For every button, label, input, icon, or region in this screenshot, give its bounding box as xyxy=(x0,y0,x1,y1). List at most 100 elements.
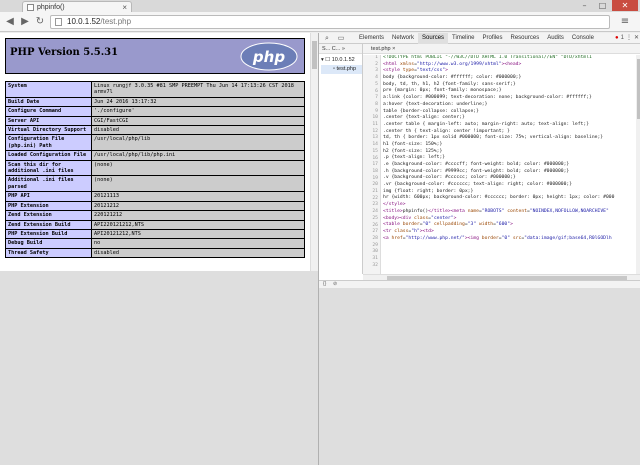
page-scrollbar-thumb[interactable] xyxy=(312,41,317,69)
info-key: Thread Safety xyxy=(5,247,92,259)
info-row: Configure Command './configure' xyxy=(5,106,305,117)
code-line[interactable] xyxy=(383,262,635,269)
code-line[interactable]: <tr class="h"><td> xyxy=(383,229,635,236)
code-token: a:link {color: #000099; text-decoration:… xyxy=(383,95,592,101)
devtools-close-icon[interactable]: ✕ xyxy=(634,33,639,44)
info-row: Build Date Jun 24 2016 13:17:32 xyxy=(5,96,305,108)
code-line[interactable]: </style> xyxy=(383,202,635,209)
minimize-icon[interactable]: – xyxy=(576,0,593,11)
code-line[interactable]: .e {background-color: #ccccff; font-weig… xyxy=(383,162,635,169)
code-line[interactable]: .vr {background-color: #cccccc; text-ali… xyxy=(383,182,635,189)
devtools-tab-sources[interactable]: Sources xyxy=(418,33,449,44)
error-icon[interactable]: ● xyxy=(615,33,619,44)
editor-tab-close-icon[interactable]: × xyxy=(392,46,395,52)
code-line[interactable]: .center {text-align: center;} xyxy=(383,115,635,122)
navigator-tabs[interactable]: S... C... » xyxy=(319,44,362,54)
info-key: Server API xyxy=(5,115,92,127)
menu-icon[interactable]: ≡ xyxy=(618,15,632,29)
code-token: "text/css" xyxy=(416,68,446,74)
line-number: 8 xyxy=(375,101,378,107)
code-token: "http://www.w3.org/1999/xhtml" xyxy=(416,61,502,67)
device-mode-icon[interactable]: ▭ xyxy=(336,34,346,43)
maximize-icon[interactable]: □ xyxy=(594,0,611,11)
code-view[interactable]: 1 2 3 4 5 6 7 8 9 10 11 12 13 14 15 16 17 18 19 20 21 22 23 24 2… xyxy=(363,55,640,274)
code-line[interactable] xyxy=(383,249,635,256)
info-key: Loaded Configuration File xyxy=(5,150,92,161)
code-line[interactable]: <title>phpinfo()</title><meta name="ROBO… xyxy=(383,209,635,216)
info-value: 20121113 xyxy=(91,191,305,202)
code-token: .center {text-align: center;} xyxy=(383,115,465,121)
page-info-icon[interactable] xyxy=(55,18,62,26)
devtools-tab-profiles[interactable]: Profiles xyxy=(479,33,507,44)
devtools-tab-elements[interactable]: Elements xyxy=(355,33,388,44)
code-line[interactable]: a:hover {text-decoration: underline;} xyxy=(383,102,635,109)
close-window-icon[interactable]: ✕ xyxy=(612,0,638,11)
code-token: "ROBOTS" xyxy=(481,208,505,214)
back-icon[interactable]: ◀ xyxy=(3,15,17,29)
code-token: <table xyxy=(383,222,403,228)
code-token: phpinfo() xyxy=(402,208,429,214)
code-line[interactable]: <a href="http://www.php.net/"><img borde… xyxy=(383,236,635,243)
info-row: System Linux rungjf 3.0.35 #81 SMP PREEMP… xyxy=(5,81,305,98)
line-number: 32 xyxy=(372,262,378,268)
pretty-print-icon[interactable]: {} xyxy=(323,281,326,288)
devtools-tab-network[interactable]: Network xyxy=(388,33,418,44)
browser-window: phpinfo() × – □ ✕ ◀ ▶ ↻ 10.0.1.52/test.p… xyxy=(0,0,640,465)
code-line[interactable]: body {background-color: #ffffff; color: … xyxy=(383,75,635,82)
code-token: .center table { margin-left: auto; margi… xyxy=(383,121,590,127)
info-row: PHP Extension 20121212 xyxy=(5,200,305,212)
page-scrollbar[interactable] xyxy=(310,33,318,271)
code-line[interactable] xyxy=(383,242,635,249)
code-token: "center" xyxy=(431,215,454,221)
sources-navigator: S... C... » ▾ ☐ 10.0.1.52 ▫ test.php xyxy=(319,44,363,274)
info-value: /usr/local/php/lib/php.ini xyxy=(91,150,305,161)
error-count[interactable]: 1 xyxy=(621,33,624,44)
devtools-tab-audits[interactable]: Audits xyxy=(543,33,568,44)
code-line[interactable]: h1 {font-size: 150%;} xyxy=(383,142,635,149)
line-number: 18 xyxy=(372,168,378,174)
code-line[interactable] xyxy=(383,256,635,263)
info-value: 20121212 xyxy=(91,200,305,212)
code-line[interactable]: hr {width: 600px; background-color: #ccc… xyxy=(383,195,635,202)
code-token: "NOINDEX,NOFOLLOW,NOARCHIVE" xyxy=(529,208,609,214)
tree-item-file[interactable]: ▫ test.php xyxy=(321,65,362,74)
tree-file-label: test.php xyxy=(336,66,357,72)
code-token: content xyxy=(504,208,527,214)
info-key: PHP API xyxy=(5,191,92,202)
line-number: 25 xyxy=(372,215,378,221)
title-bar: phpinfo() × – □ ✕ xyxy=(0,0,640,13)
code-line[interactable]: td, th { border: 1px solid #000000; font… xyxy=(383,135,635,142)
info-key: Zend Extension xyxy=(5,210,92,221)
pause-exceptions-icon[interactable]: ⊘ xyxy=(333,281,337,288)
devtools-toolbar: ⌕ ▭ Elements Network Sources Timeline Profil… xyxy=(319,33,640,44)
address-bar[interactable]: 10.0.1.52/test.php xyxy=(50,15,610,29)
editor-tab[interactable]: test.php × xyxy=(363,44,640,54)
info-key: Debug Build xyxy=(5,238,92,249)
inspect-icon[interactable]: ⌕ xyxy=(322,34,332,43)
code-token: src xyxy=(510,235,522,241)
code-line[interactable]: .p {text-align: left;} xyxy=(383,155,635,162)
forward-icon[interactable]: ▶ xyxy=(18,15,32,29)
line-number: 11 xyxy=(372,122,378,128)
code-token: <style xyxy=(383,68,403,74)
code-text[interactable]: <!DOCTYPE html PUBLIC "-//W3C//DTD XHTML… xyxy=(383,55,635,269)
code-token: width xyxy=(476,222,494,228)
code-line[interactable]: <!DOCTYPE html PUBLIC "-//W3C//DTD XHTML… xyxy=(383,55,635,62)
more-icon[interactable]: ⋮ xyxy=(626,33,632,44)
info-value: (none) xyxy=(91,175,305,193)
editor-tab-label: test.php xyxy=(371,46,391,52)
php-info-table: System Linux rungjf 3.0.35 #81 SMP PREEMP… xyxy=(5,81,305,259)
code-token: <html xyxy=(383,61,400,67)
info-key: Scan this dir for additional .ini files xyxy=(5,159,92,177)
code-token: "0" xyxy=(422,222,431,228)
code-line[interactable]: <table border="0" cellpadding="3" width=… xyxy=(383,222,635,229)
code-line[interactable]: .center table { margin-left: auto; margi… xyxy=(383,122,635,129)
devtools-tab-resources[interactable]: Resources xyxy=(507,33,544,44)
code-line[interactable]: a:link {color: #000099; text-decoration:… xyxy=(383,95,635,102)
reload-icon[interactable]: ↻ xyxy=(33,15,47,29)
tree-item-host[interactable]: ▾ ☐ 10.0.1.52 xyxy=(321,56,362,65)
php-logo[interactable]: php xyxy=(240,42,298,71)
devtools-tab-timeline[interactable]: Timeline xyxy=(448,33,478,44)
devtools-tab-console[interactable]: Console xyxy=(568,33,598,44)
editor-vscrollbar[interactable] xyxy=(636,55,640,274)
